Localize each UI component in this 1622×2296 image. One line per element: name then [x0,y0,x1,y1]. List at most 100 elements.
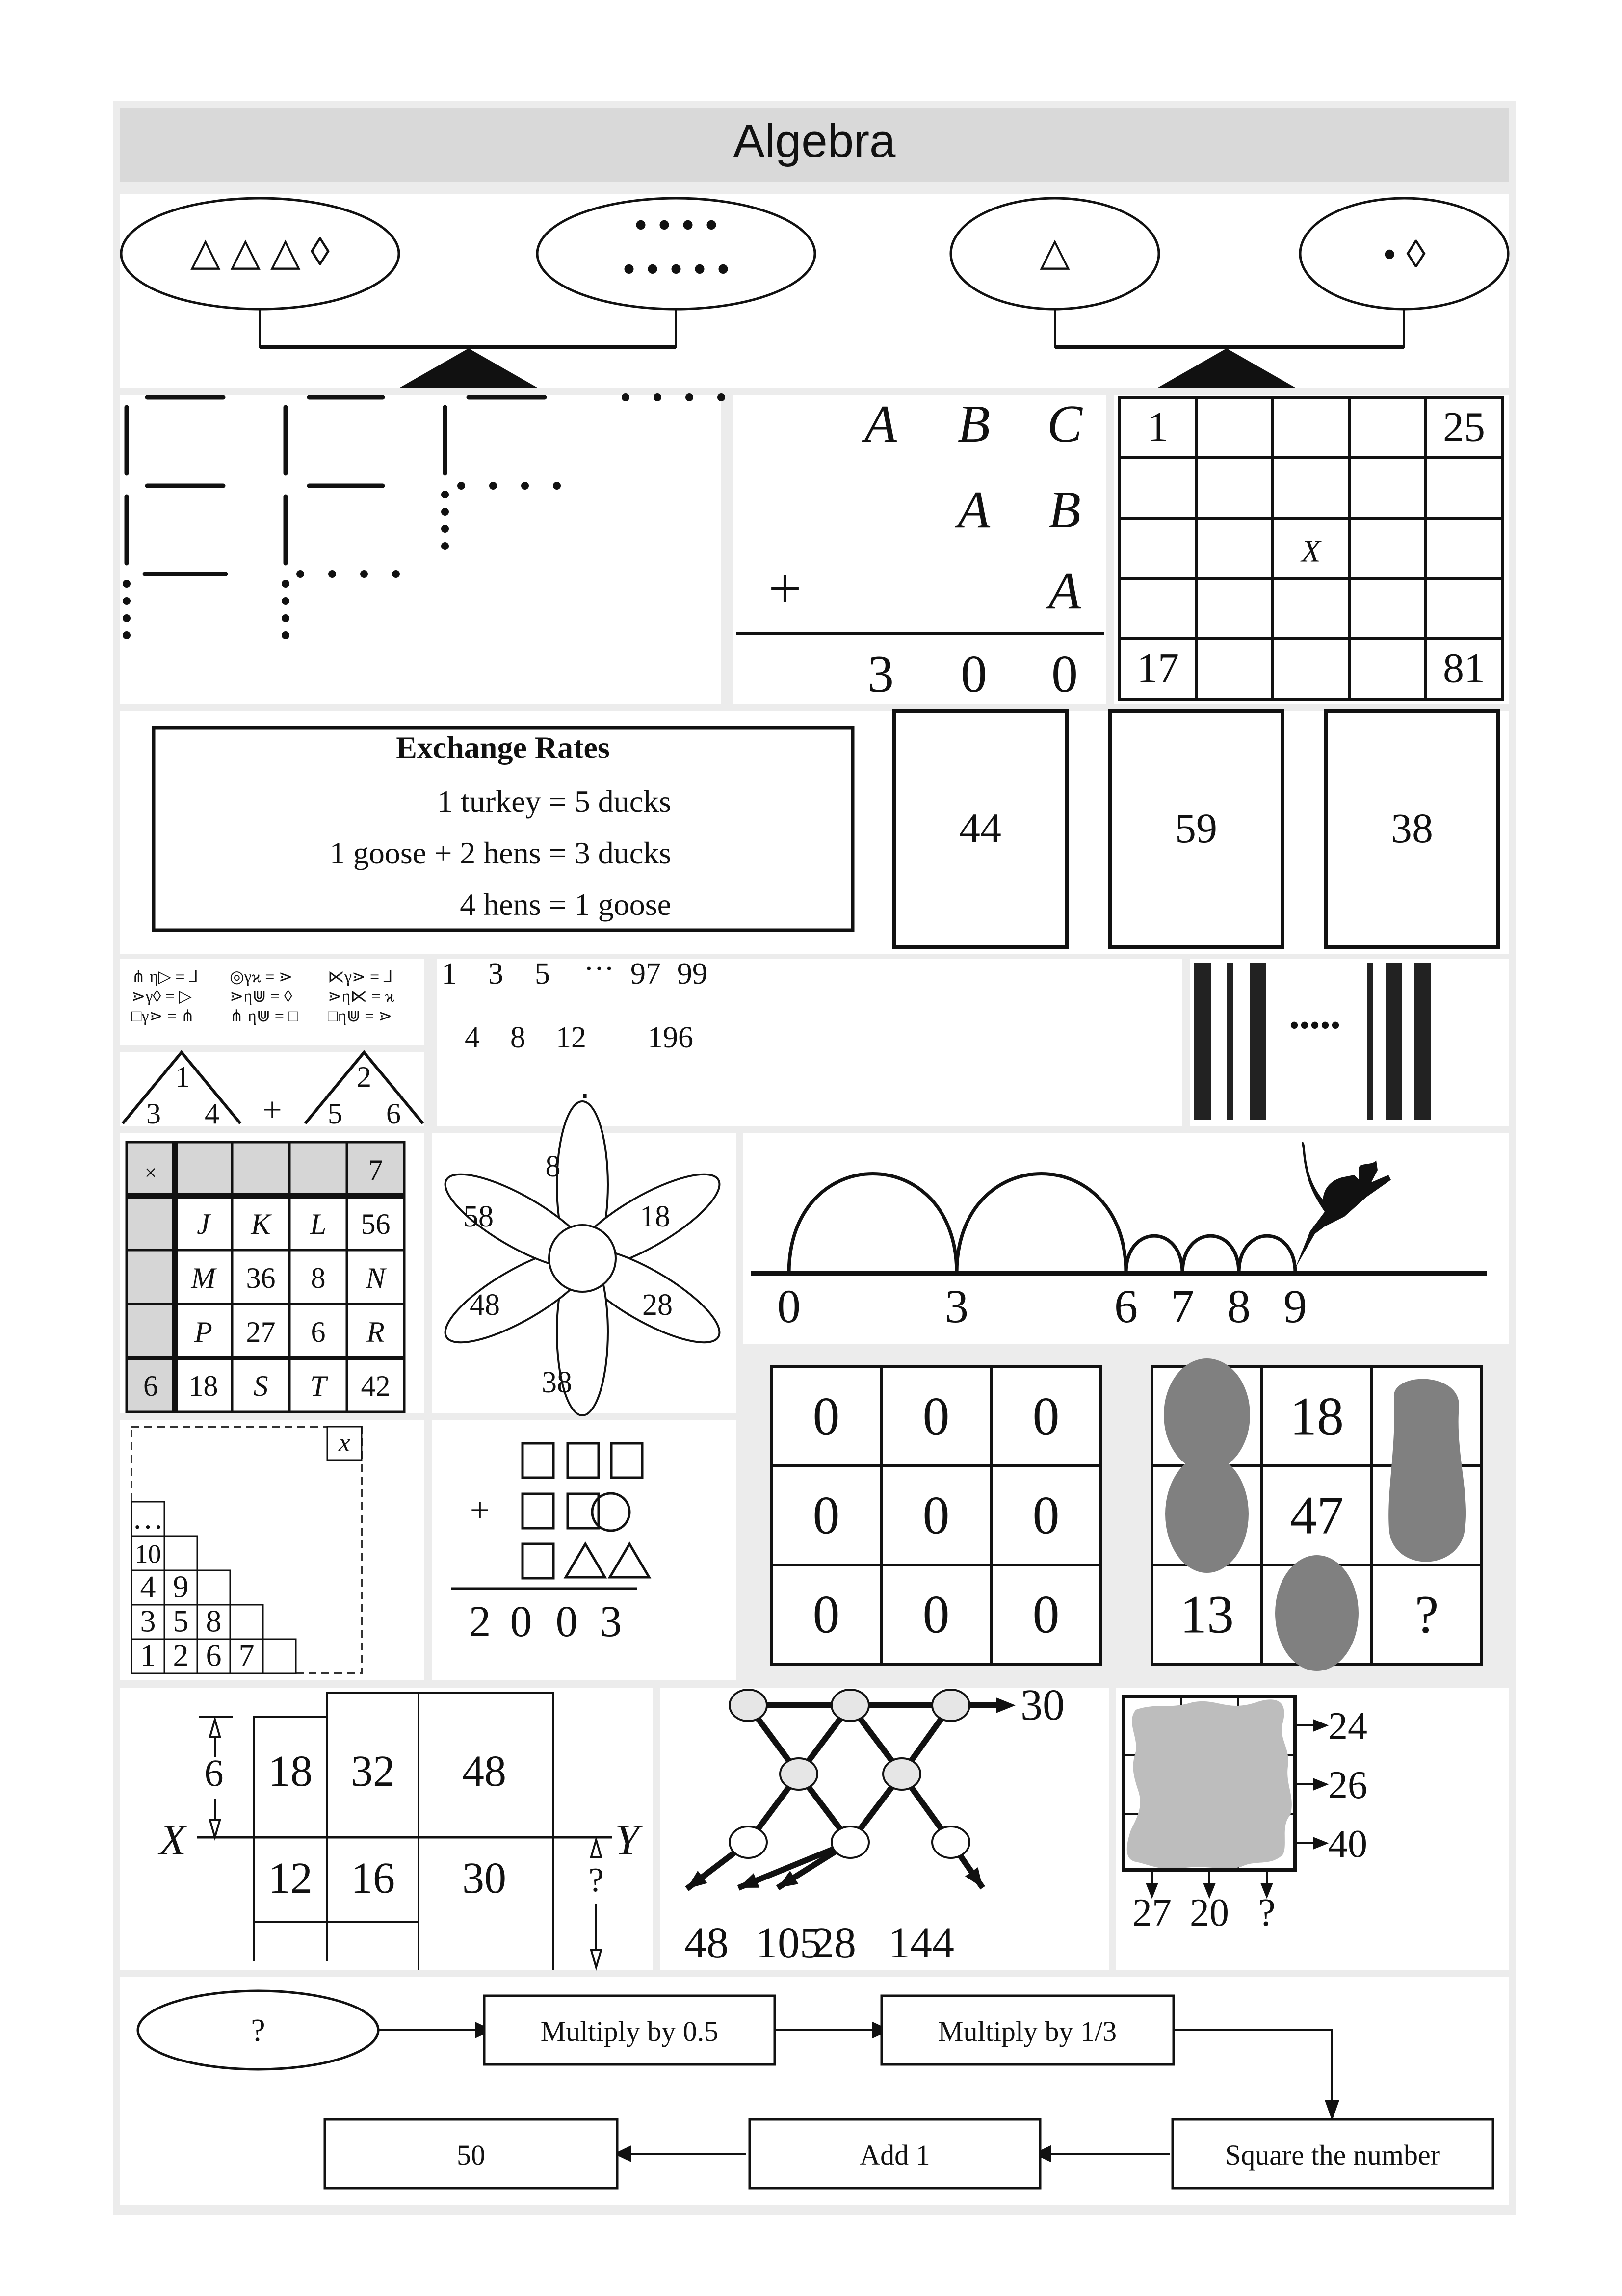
grid-value: X [1300,534,1322,569]
sum-digit: 0 [510,1597,532,1646]
stair-value: 1 [140,1638,156,1673]
petal-value: 58 [463,1200,494,1233]
grid-cell [1348,517,1427,580]
triangle-value: 1 [175,1061,190,1093]
table-value: 56 [361,1208,391,1240]
zero-value: 0 [1033,1584,1060,1644]
network-node [931,1689,970,1722]
network-node [931,1826,970,1859]
stair-value: … [132,1501,164,1536]
grid-cell [1271,396,1351,459]
crypt-cell: C [1047,395,1083,453]
number-line-label: 0 [777,1280,801,1332]
flowchart-panel: ? Multiply by 0.5 Multiply by 1/3 Square… [120,1977,1509,2205]
pan-right-1-top: • • • • [634,204,718,247]
sum-digit: 2 [469,1597,491,1646]
flower-center [548,1224,617,1293]
triangle-value: 6 [386,1097,401,1130]
crypt-result: 0 [1051,645,1078,704]
table-value: × [145,1161,157,1185]
grid-cell [1195,396,1274,459]
grid-cell [1424,517,1504,580]
grid-cell [1118,456,1198,520]
zero-value: 0 [923,1485,950,1545]
hidden-blob [1126,1699,1292,1869]
hidden-blob [1275,1555,1359,1671]
grid-cell [1348,577,1427,640]
symbol-equation: ⋗η⋉ = ϰ [328,988,394,1006]
table-cell [173,1141,234,1198]
triangle-value: 5 [328,1097,342,1130]
zero-value: 0 [813,1386,840,1446]
table-value: K [250,1208,272,1240]
area-value: 12 [268,1854,313,1903]
number-line-label: 3 [945,1280,968,1332]
petal-value: 28 [642,1288,673,1322]
row-sum: 24 [1328,1705,1367,1748]
sum-digit: 0 [556,1597,578,1646]
triangle-value: 4 [205,1097,219,1130]
symbol-equation: ⋗γ◊ = ▷ [131,988,192,1006]
bar [1386,963,1402,1120]
plus-sign: + [768,556,802,621]
area-value: 16 [351,1854,395,1903]
table-value: T [310,1370,328,1402]
zero-value: 0 [813,1485,840,1545]
flower-panel: 8 18 28 38 48 58 [432,1100,736,1416]
table-value: 27 [246,1316,276,1348]
cryptarithm-panel: A B C A B A + 3 0 0 [733,395,1106,704]
table-cell [288,1141,348,1198]
crypt-cell: B [958,395,990,453]
stair-value: 2 [173,1638,189,1673]
stair-cell [196,1569,231,1606]
flow-step-label: Add 1 [860,2139,930,2171]
staircase-panel: x …104 93 5 8 1 2 6 7 [120,1420,424,1680]
bar [1227,963,1233,1120]
barcode-panel: ••••• [1190,959,1509,1126]
card-value: 59 [1175,805,1217,852]
stair-value: 10 [135,1539,161,1569]
grid-cell [1195,577,1274,640]
stair-value: 6 [206,1638,222,1673]
pan-left-1-content: △ △ △ ◊ [190,231,330,274]
hidden-blob [1388,1379,1466,1562]
grid-cell [1348,637,1427,701]
plus-sign: + [262,1091,282,1129]
triangle-sum-panel: 1 3 4 + 2 5 6 [120,1050,424,1130]
page-title: Algebra [733,115,896,167]
bar [1367,963,1373,1120]
unknown-label: ? [588,1861,603,1899]
network-node [831,1689,870,1722]
table-cell [125,1195,176,1252]
area-value: 30 [462,1854,506,1903]
symbol-equation: ⋗η⋓ = ◊ [230,988,292,1006]
flow-step-label: Multiply by 0.5 [541,2015,719,2047]
stair-value: 9 [173,1569,189,1604]
exchange-title: Exchange Rates [396,730,610,765]
table-value: P [194,1316,212,1348]
network-output: 48 [684,1919,729,1967]
network-node [729,1826,768,1859]
card-value: 38 [1391,805,1433,852]
network-panel: 3048 10528 144 [660,1681,1109,1970]
grid-value: 1 [1148,403,1169,450]
symbol-equation: ⋔ η▷ = ⅃ [131,968,198,986]
hidden-blob [1165,1455,1249,1573]
row-sum: 26 [1328,1764,1367,1807]
area-value: 48 [462,1747,506,1796]
hidden-grid-panel: 24 26 40 27 20 ? [1116,1688,1509,1970]
symbol-equation: □γ⋗ = ⋔ [131,1007,195,1025]
grid-cell [1271,456,1351,520]
table-value: 8 [311,1262,326,1294]
sequence-item: 3 [488,957,503,991]
table-cell [231,1141,291,1198]
sequence-item: 8 [510,1021,525,1054]
table-value: N [365,1262,387,1294]
grid-value: 17 [1137,645,1179,692]
table-value: 18 [189,1370,218,1402]
height-label: 6 [205,1751,224,1794]
crypt-cell: A [955,481,991,539]
sequence-item: ··· [584,952,614,986]
petal-value: 48 [470,1288,500,1322]
table-cell [125,1303,176,1359]
